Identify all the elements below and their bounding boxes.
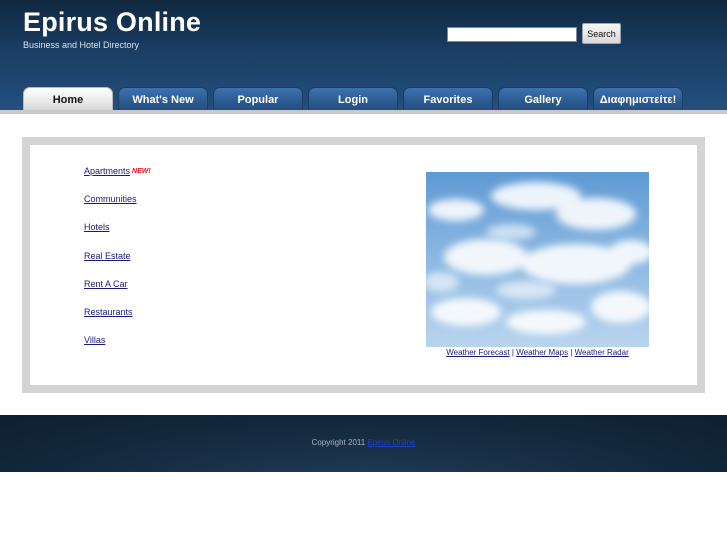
tab-whats-new[interactable]: What's New (118, 87, 208, 111)
site-footer: Copyright 2011 Epirus Online (0, 415, 727, 472)
tab-popular[interactable]: Popular (213, 87, 303, 111)
category-link-villas[interactable]: Villas (84, 335, 105, 345)
tab-favorites[interactable]: Favorites (403, 87, 493, 111)
weather-radar-link[interactable]: Weather Radar (575, 348, 629, 357)
category-link-restaurants[interactable]: Restaurants (84, 307, 133, 317)
new-badge: NEW! (132, 168, 151, 175)
nav-bottom-divider (0, 110, 727, 114)
list-item: Restaurants (84, 307, 151, 335)
search-input[interactable] (447, 27, 577, 42)
weather-links: Weather Forecast | Weather Maps | Weathe… (426, 348, 649, 357)
tab-gallery[interactable]: Gallery (498, 87, 588, 111)
list-item: Villas (84, 335, 151, 363)
link-separator: | (570, 348, 573, 357)
copyright-text: Copyright 2011 (311, 438, 366, 447)
category-link-rent-a-car[interactable]: Rent A Car (84, 279, 128, 289)
list-item: Rent A Car (84, 279, 151, 307)
list-item: Hotels (84, 222, 151, 250)
category-link-apartments[interactable]: Apartments (84, 166, 130, 176)
list-item: Apartments NEW! (84, 166, 151, 194)
category-list: Apartments NEW! Communities Hotels Real E… (84, 166, 151, 363)
copyright: Copyright 2011 Epirus Online (0, 438, 727, 447)
list-item: Communities (84, 194, 151, 222)
site-header: Epirus Online Business and Hotel Directo… (0, 0, 727, 111)
content-panel: Apartments NEW! Communities Hotels Real E… (30, 145, 697, 385)
tab-home[interactable]: Home (23, 87, 113, 111)
tab-advertise[interactable]: Διαφημιστείτε! (593, 87, 683, 111)
list-item: Real Estate (84, 251, 151, 279)
link-separator: | (511, 348, 514, 357)
copyright-link[interactable]: Epirus Online (367, 438, 415, 447)
weather-forecast-link[interactable]: Weather Forecast (446, 348, 509, 357)
category-link-communities[interactable]: Communities (84, 194, 137, 204)
weather-sky-image[interactable] (426, 172, 649, 347)
content-frame: Apartments NEW! Communities Hotels Real E… (22, 137, 705, 393)
category-link-real-estate[interactable]: Real Estate (84, 251, 131, 261)
weather-maps-link[interactable]: Weather Maps (516, 348, 568, 357)
weather-widget: Weather Forecast | Weather Maps | Weathe… (426, 172, 649, 357)
search-button[interactable]: Search (582, 23, 621, 44)
site-title[interactable]: Epirus Online (23, 7, 201, 38)
site-subtitle: Business and Hotel Directory (23, 40, 140, 50)
tab-login[interactable]: Login (308, 87, 398, 111)
category-link-hotels[interactable]: Hotels (84, 222, 110, 232)
